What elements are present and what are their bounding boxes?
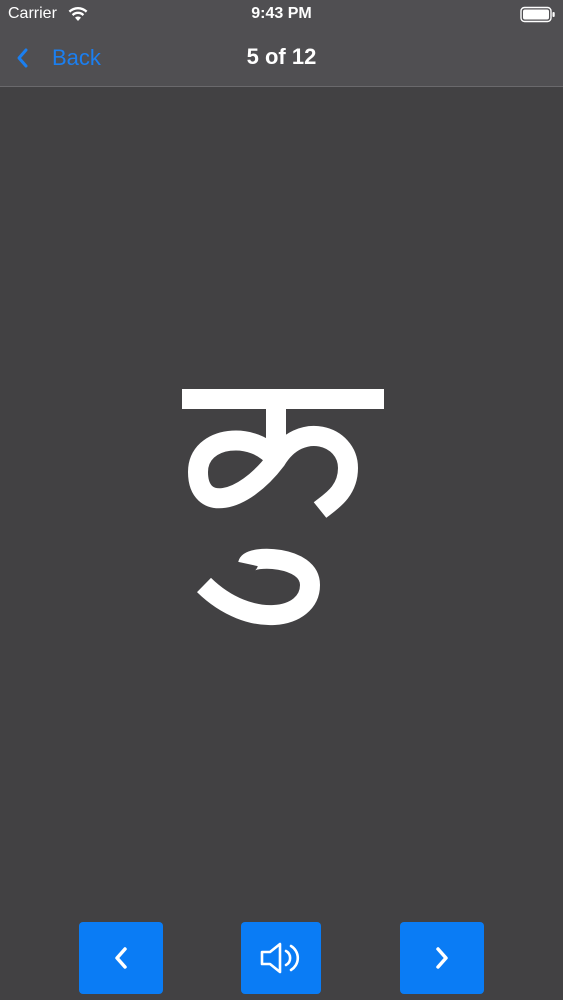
flashcard-screen: Carrier 9:43 PM Back 5 of 12 कु xyxy=(0,0,563,1000)
chevron-right-icon xyxy=(436,947,448,969)
battery-icon xyxy=(520,6,555,23)
play-sound-button[interactable] xyxy=(241,922,321,994)
page-title: 5 of 12 xyxy=(246,44,317,69)
previous-button[interactable] xyxy=(79,922,163,994)
status-time: 9:43 PM xyxy=(251,5,312,22)
letter-glyph: कु xyxy=(182,389,384,626)
status-bar: Carrier 9:43 PM xyxy=(0,0,563,30)
next-button[interactable] xyxy=(400,922,484,994)
chevron-left-icon xyxy=(115,947,127,969)
navigation-bar: Back 5 of 12 xyxy=(0,30,563,87)
speaker-icon xyxy=(260,942,300,974)
